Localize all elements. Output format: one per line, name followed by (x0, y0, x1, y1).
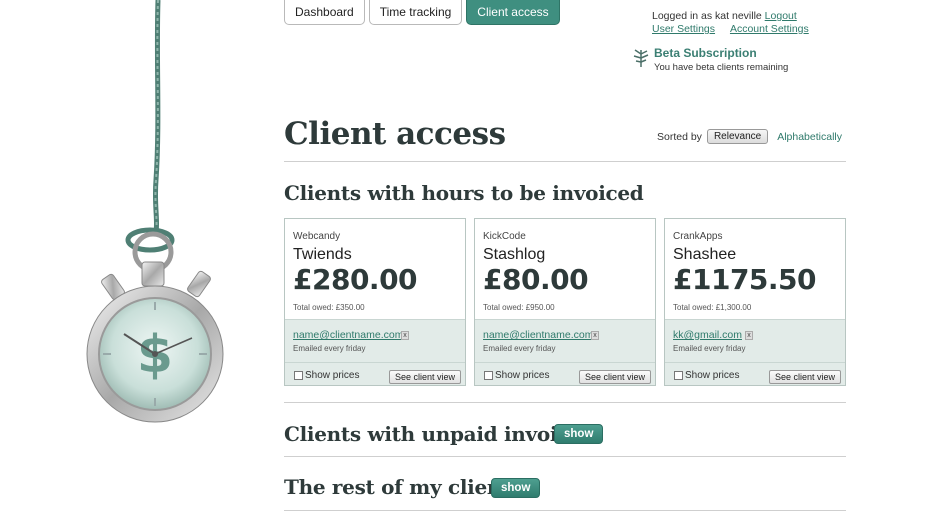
beta-title: Beta Subscription (654, 46, 757, 60)
logged-in-text: Logged in as kat neville (652, 10, 762, 22)
client-total-owed: Total owed: £950.00 (483, 303, 555, 312)
tab-dashboard[interactable]: Dashboard (284, 0, 365, 25)
divider (284, 161, 846, 162)
sort-label: Sorted by (656, 130, 702, 143)
beta-text: You have beta clients remaining (654, 62, 789, 73)
remove-email-button[interactable]: x (401, 331, 409, 340)
client-email-link[interactable]: name@clientname.com (293, 329, 403, 341)
show-prices-label: Show prices (685, 370, 740, 381)
logout-link[interactable]: Logout (765, 10, 797, 22)
show-prices-checkbox[interactable] (484, 371, 493, 380)
divider (665, 362, 845, 363)
section-heading-hours: Clients with hours to be invoiced (284, 181, 644, 205)
tab-client-access[interactable]: Client access (466, 0, 560, 25)
tab-time-tracking[interactable]: Time tracking (368, 0, 463, 25)
divider (475, 362, 655, 363)
account-info: Logged in as kat neville Logout User Set… (652, 10, 809, 36)
show-prices-checkbox[interactable] (674, 371, 683, 380)
divider (285, 362, 465, 363)
see-client-view-button[interactable]: See client view (768, 370, 841, 384)
show-prices-label: Show prices (305, 370, 360, 381)
main-nav: Dashboard Time tracking Client access (284, 0, 560, 25)
client-panel: kk@gmail.com x Emailed every friday Show… (665, 319, 845, 385)
client-amount: £1175.50 (673, 263, 817, 296)
client-card: Webcandy Twiends £280.00 Total owed: £35… (284, 218, 466, 386)
client-total-owed: Total owed: £350.00 (293, 303, 365, 312)
see-client-view-button[interactable]: See client view (578, 370, 651, 384)
remove-email-button[interactable]: x (591, 331, 599, 340)
user-settings-link[interactable]: User Settings (652, 23, 715, 35)
client-company: Webcandy (293, 231, 341, 242)
client-amount: £280.00 (293, 263, 418, 296)
section-heading-rest: The rest of my clients (284, 475, 522, 499)
client-project: Twiends (293, 246, 352, 263)
sort-controls: Sorted by Relevance Alphabetically (657, 129, 842, 144)
sort-relevance-button[interactable]: Relevance (706, 129, 769, 144)
account-settings-link[interactable]: Account Settings (730, 23, 809, 35)
show-rest-button[interactable]: show (491, 478, 541, 498)
sprig-icon (633, 49, 649, 67)
see-client-view-button[interactable]: See client view (388, 370, 461, 384)
client-project: Stashlog (483, 246, 546, 263)
client-card: KickCode Stashlog £80.00 Total owed: £95… (474, 218, 656, 386)
stopwatch-dollar-icon: $ (86, 0, 224, 423)
client-company: CrankApps (673, 231, 723, 242)
divider (284, 510, 846, 511)
show-prices-checkbox[interactable] (294, 371, 303, 380)
show-prices-toggle[interactable]: Show prices (674, 370, 739, 381)
client-amount: £80.00 (483, 263, 589, 296)
page-title: Client access (284, 116, 506, 152)
client-project: Shashee (673, 246, 737, 263)
client-email-link[interactable]: kk@gmail.com (673, 329, 742, 341)
email-frequency: Emailed every friday (673, 344, 746, 353)
beta-subscription: Beta Subscription You have beta clients … (632, 46, 788, 73)
client-cards: Webcandy Twiends £280.00 Total owed: £35… (284, 218, 846, 386)
show-prices-toggle[interactable]: Show prices (294, 370, 359, 381)
divider (284, 402, 846, 403)
show-unpaid-button[interactable]: show (554, 424, 604, 444)
email-frequency: Emailed every friday (483, 344, 556, 353)
client-total-owed: Total owed: £1,300.00 (673, 303, 752, 312)
client-panel: name@clientname.com x Emailed every frid… (285, 319, 465, 385)
divider (284, 456, 846, 457)
client-panel: name@clientname.com x Emailed every frid… (475, 319, 655, 385)
client-email-link[interactable]: name@clientname.com (483, 329, 593, 341)
client-company: KickCode (483, 231, 526, 242)
sort-alphabetically-link[interactable]: Alphabetically (777, 131, 842, 143)
section-heading-unpaid: Clients with unpaid invoices (284, 422, 593, 446)
remove-email-button[interactable]: x (745, 331, 753, 340)
email-frequency: Emailed every friday (293, 344, 366, 353)
client-card: CrankApps Shashee £1175.50 Total owed: £… (664, 218, 846, 386)
show-prices-toggle[interactable]: Show prices (484, 370, 549, 381)
show-prices-label: Show prices (495, 370, 550, 381)
